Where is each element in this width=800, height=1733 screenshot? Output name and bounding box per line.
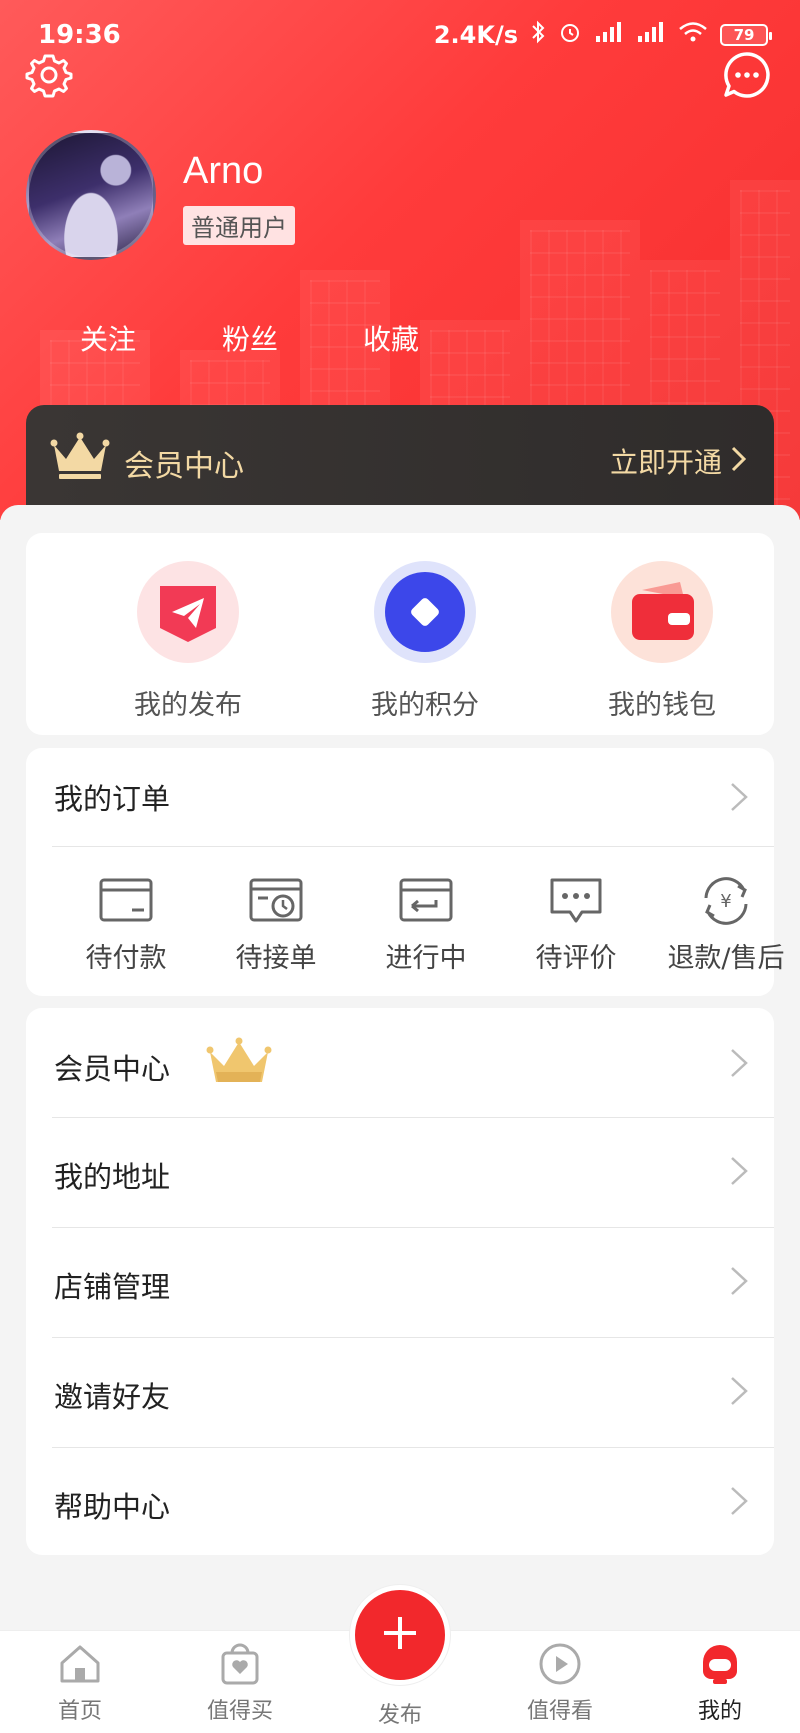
shopping-bag-icon: [217, 1643, 263, 1691]
order-label: 待付款: [85, 943, 167, 974]
chevron-right-icon: [728, 1484, 750, 1522]
orders-card: 我的订单 待付款 待接单 进行中 待评价 ¥ 退款/售后: [26, 748, 785, 996]
alarm-icon: [558, 20, 582, 50]
order-label: 退款/售后: [667, 943, 785, 974]
divider: [52, 846, 774, 847]
user-level-badge: 普通用户: [183, 206, 295, 245]
vip-activate-button[interactable]: 立即开通: [610, 441, 722, 481]
stat-fans[interactable]: 粉丝: [222, 318, 278, 358]
crown-icon: [50, 431, 110, 485]
quick-actions-card: 我的发布 我的积分 我的钱包: [26, 533, 774, 735]
orders-header[interactable]: 我的订单: [26, 748, 774, 846]
tab-worth-watching[interactable]: 值得看: [500, 1641, 620, 1725]
publish-button[interactable]: [350, 1585, 450, 1685]
chevron-right-icon: [728, 1264, 750, 1302]
signal-icon: [636, 20, 666, 50]
chevron-right-icon: [728, 1374, 750, 1412]
status-icons: 2.4K/s 79: [433, 20, 772, 50]
plus-icon: [380, 1613, 420, 1657]
card-icon: [98, 878, 154, 930]
chevron-right-icon: [730, 445, 748, 477]
chevron-right-icon: [728, 780, 750, 818]
quick-action-publish[interactable]: 我的发布: [88, 561, 288, 722]
signal-icon: [594, 20, 624, 50]
avatar[interactable]: [26, 130, 156, 260]
battery-icon: 79: [720, 24, 772, 46]
quick-action-label: 我的积分: [371, 690, 479, 721]
stat-favorites[interactable]: 收藏: [363, 318, 419, 358]
tab-worth-buying[interactable]: 值得买: [180, 1641, 300, 1725]
tab-label: 值得看: [526, 1699, 593, 1724]
menu-item-invite-friends[interactable]: 邀请好友: [26, 1338, 774, 1447]
menu-item-vip-center[interactable]: 会员中心: [26, 1008, 774, 1117]
tab-label: 值得买: [206, 1699, 273, 1724]
bluetooth-icon: [530, 20, 546, 50]
profile-icon: [697, 1645, 743, 1691]
wifi-icon: [678, 20, 708, 50]
username: Arno: [183, 150, 264, 192]
crown-icon: [206, 1036, 272, 1094]
wallet-icon: [611, 561, 713, 663]
home-icon: [57, 1645, 103, 1691]
menu-item-address[interactable]: 我的地址: [26, 1118, 774, 1227]
tab-mine[interactable]: 我的: [660, 1641, 780, 1725]
menu-item-label: 我的地址: [54, 1160, 171, 1194]
order-pending-payment[interactable]: 待付款: [51, 876, 201, 975]
menu-item-label: 帮助中心: [54, 1490, 171, 1524]
vip-banner[interactable]: 会员中心 立即开通: [26, 405, 774, 515]
settings-gear-icon[interactable]: [24, 50, 74, 100]
play-icon: [537, 1643, 583, 1691]
menu-card: 会员中心 我的地址 店铺管理 邀请好友 帮助中心: [26, 1008, 774, 1555]
menu-item-label: 会员中心: [54, 1052, 171, 1086]
order-refund[interactable]: ¥ 退款/售后: [651, 876, 800, 975]
clock-icon: [248, 878, 304, 930]
svg-text:¥: ¥: [720, 891, 731, 912]
network-speed: 2.4K/s: [433, 21, 518, 49]
quick-action-label: 我的发布: [134, 690, 242, 721]
chevron-right-icon: [728, 1046, 750, 1084]
quick-action-label: 我的钱包: [608, 690, 716, 721]
progress-icon: [398, 878, 454, 930]
status-bar: 19:36 2.4K/s 79: [0, 18, 800, 54]
status-time: 19:36: [38, 20, 121, 50]
orders-title: 我的订单: [54, 782, 171, 816]
publish-label: 发布: [377, 1703, 422, 1728]
tab-label: 首页: [57, 1699, 102, 1724]
order-label: 待评价: [535, 943, 617, 974]
order-pending-review[interactable]: 待评价: [501, 876, 651, 975]
points-icon: [374, 561, 476, 663]
order-label: 待接单: [235, 943, 317, 974]
quick-action-points[interactable]: 我的积分: [325, 561, 525, 722]
send-icon: [137, 561, 239, 663]
menu-item-label: 店铺管理: [54, 1270, 171, 1304]
order-label: 进行中: [385, 943, 467, 974]
vip-title: 会员中心: [124, 449, 244, 484]
refund-icon: ¥: [698, 877, 754, 930]
order-pending-accept[interactable]: 待接单: [201, 876, 351, 975]
chevron-right-icon: [728, 1154, 750, 1192]
stat-following[interactable]: 关注: [80, 318, 136, 358]
tab-home[interactable]: 首页: [20, 1641, 140, 1725]
order-in-progress[interactable]: 进行中: [351, 876, 501, 975]
quick-action-wallet[interactable]: 我的钱包: [562, 561, 762, 722]
tab-label: 我的: [697, 1699, 742, 1724]
menu-item-help-center[interactable]: 帮助中心: [26, 1448, 774, 1555]
message-icon[interactable]: [722, 50, 772, 100]
menu-item-store-management[interactable]: 店铺管理: [26, 1228, 774, 1337]
comment-icon: [548, 878, 604, 930]
menu-item-label: 邀请好友: [54, 1380, 171, 1414]
